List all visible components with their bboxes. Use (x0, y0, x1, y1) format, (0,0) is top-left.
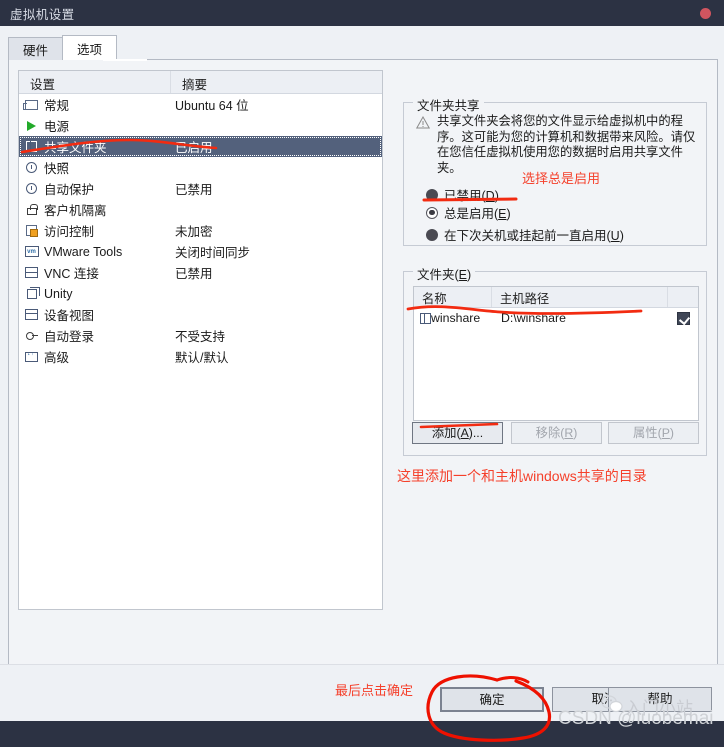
monitor-icon (23, 98, 40, 112)
tab-strip: 硬件 选项 (8, 35, 718, 60)
item-summary: 已禁用 (175, 267, 213, 281)
device-view-icon (23, 308, 40, 322)
folder-host-path: D:\winshare (501, 311, 566, 325)
item-label: 自动登录 (44, 330, 95, 344)
remove-folder-button: 移除(R) (511, 422, 602, 444)
item-label: 电源 (44, 120, 70, 134)
item-summary: 默认/默认 (175, 351, 229, 365)
radio-sharing-until-shutdown[interactable]: 在下次关机或挂起前一直启用(U) (426, 225, 624, 244)
tab-hardware-label: 硬件 (23, 43, 49, 58)
column-header-enabled (668, 287, 698, 307)
sidebar-item-shared-folders[interactable]: 共享文件夹 已启用 (19, 136, 382, 157)
item-label: VMware Tools (44, 244, 123, 259)
sidebar-item-advanced[interactable]: 高级 默认/默认 (19, 346, 382, 367)
radio-label: 已禁用(D) (444, 189, 499, 203)
sidebar-item-vmware-tools[interactable]: vm VMware Tools 关闭时间同步 (19, 241, 382, 262)
column-header-host-path: 主机路径 (492, 287, 668, 307)
item-summary: 已启用 (175, 141, 213, 155)
settings-list[interactable]: 设置 摘要 常规 Ubuntu 64 位 电源 共享文件夹 已启用 快照 自动保… (18, 70, 383, 610)
item-label: 高级 (44, 351, 70, 365)
warning-triangle-icon (416, 116, 430, 129)
tab-options-label: 选项 (77, 42, 103, 57)
item-label: 自动保护 (44, 183, 95, 197)
ok-button[interactable]: 确定 (440, 687, 544, 712)
unity-icon (23, 286, 40, 301)
add-folder-button[interactable]: 添加(A)... (412, 422, 503, 444)
vmware-tools-icon: vm (23, 245, 40, 259)
advanced-icon (23, 350, 40, 364)
column-header-setting: 设置 (19, 71, 171, 93)
shared-folders-table-header: 名称 主机路径 (414, 287, 698, 308)
item-summary: 未加密 (175, 225, 213, 239)
play-icon (23, 119, 40, 133)
item-summary: Ubuntu 64 位 (175, 99, 249, 113)
radio-button-indicator[interactable] (426, 188, 438, 201)
active-tab-seam (103, 59, 147, 61)
sidebar-item-guest-isolation[interactable]: 客户机隔离 (19, 199, 382, 220)
column-header-name: 名称 (414, 287, 492, 307)
vm-settings-dialog: 硬件 选项 设置 摘要 常规 Ubuntu 64 位 电源 共享文件夹 已启用 (0, 26, 724, 721)
table-row[interactable]: winshare D:\winshare (414, 308, 698, 328)
shared-folder-icon (23, 140, 40, 154)
radio-button-indicator[interactable] (426, 206, 438, 219)
item-label: 共享文件夹 (44, 141, 107, 155)
tab-options[interactable]: 选项 (62, 35, 118, 60)
site-watermark: 入门小站 (625, 699, 693, 718)
sidebar-item-vnc[interactable]: VNC 连接 已禁用 (19, 262, 382, 283)
item-label: 设备视图 (44, 309, 95, 323)
sidebar-item-general[interactable]: 常规 Ubuntu 64 位 (19, 94, 382, 115)
wechat-icon (601, 695, 623, 713)
item-label: 快照 (44, 162, 70, 176)
item-summary: 关闭时间同步 (175, 246, 251, 260)
item-summary: 不受支持 (175, 330, 226, 344)
annotation-click-ok: 最后点击确定 (335, 683, 414, 698)
item-summary: 已禁用 (175, 183, 213, 197)
item-label: 访问控制 (44, 225, 95, 239)
vnc-icon (23, 266, 40, 280)
annotation-add-share-dir: 这里添加一个和主机windows共享的目录 (397, 468, 647, 484)
sidebar-item-unity[interactable]: Unity (19, 283, 382, 304)
radio-sharing-always-enabled[interactable]: 总是启用(E) (426, 203, 511, 222)
sidebar-item-access-control[interactable]: 访问控制 未加密 (19, 220, 382, 241)
settings-list-header: 设置 摘要 (19, 71, 382, 94)
snapshot-clock-icon (23, 161, 40, 175)
tab-hardware[interactable]: 硬件 (8, 37, 64, 60)
folders-legend: 文件夹(E) (413, 264, 476, 283)
radio-sharing-disabled[interactable]: 已禁用(D) (426, 185, 499, 204)
item-label: Unity (44, 286, 73, 301)
item-label: 常规 (44, 99, 70, 113)
column-header-summary: 摘要 (182, 78, 208, 92)
item-label: 客户机隔离 (44, 204, 107, 218)
lock-icon (23, 203, 40, 217)
radio-label: 总是启用(E) (444, 207, 511, 221)
sidebar-item-autologin[interactable]: 自动登录 不受支持 (19, 325, 382, 346)
folder-properties-button: 属性(P) (608, 422, 699, 444)
close-dot-icon[interactable] (700, 8, 711, 19)
folder-icon (414, 312, 431, 324)
folder-sharing-legend: 文件夹共享 (413, 95, 484, 114)
sidebar-item-power[interactable]: 电源 (19, 115, 382, 136)
sidebar-item-snapshot[interactable]: 快照 (19, 157, 382, 178)
radio-label: 在下次关机或挂起前一直启用(U) (444, 229, 624, 243)
window-title-bar: 虚拟机设置 (0, 0, 724, 26)
folder-enabled-checkbox[interactable] (669, 311, 698, 325)
shared-folders-table[interactable]: 名称 主机路径 winshare D:\winshare (413, 286, 699, 421)
item-label: VNC 连接 (44, 267, 99, 281)
folder-name: winshare (431, 311, 481, 325)
radio-button-indicator[interactable] (426, 228, 438, 241)
autologin-key-icon (23, 329, 40, 343)
sidebar-item-device-view[interactable]: 设备视图 (19, 304, 382, 325)
annotation-select-always: 选择总是启用 (522, 171, 601, 186)
sidebar-item-autoprotect[interactable]: 自动保护 已禁用 (19, 178, 382, 199)
access-control-icon (23, 224, 40, 238)
autoprotect-icon (23, 182, 40, 196)
window-title: 虚拟机设置 (10, 7, 75, 22)
